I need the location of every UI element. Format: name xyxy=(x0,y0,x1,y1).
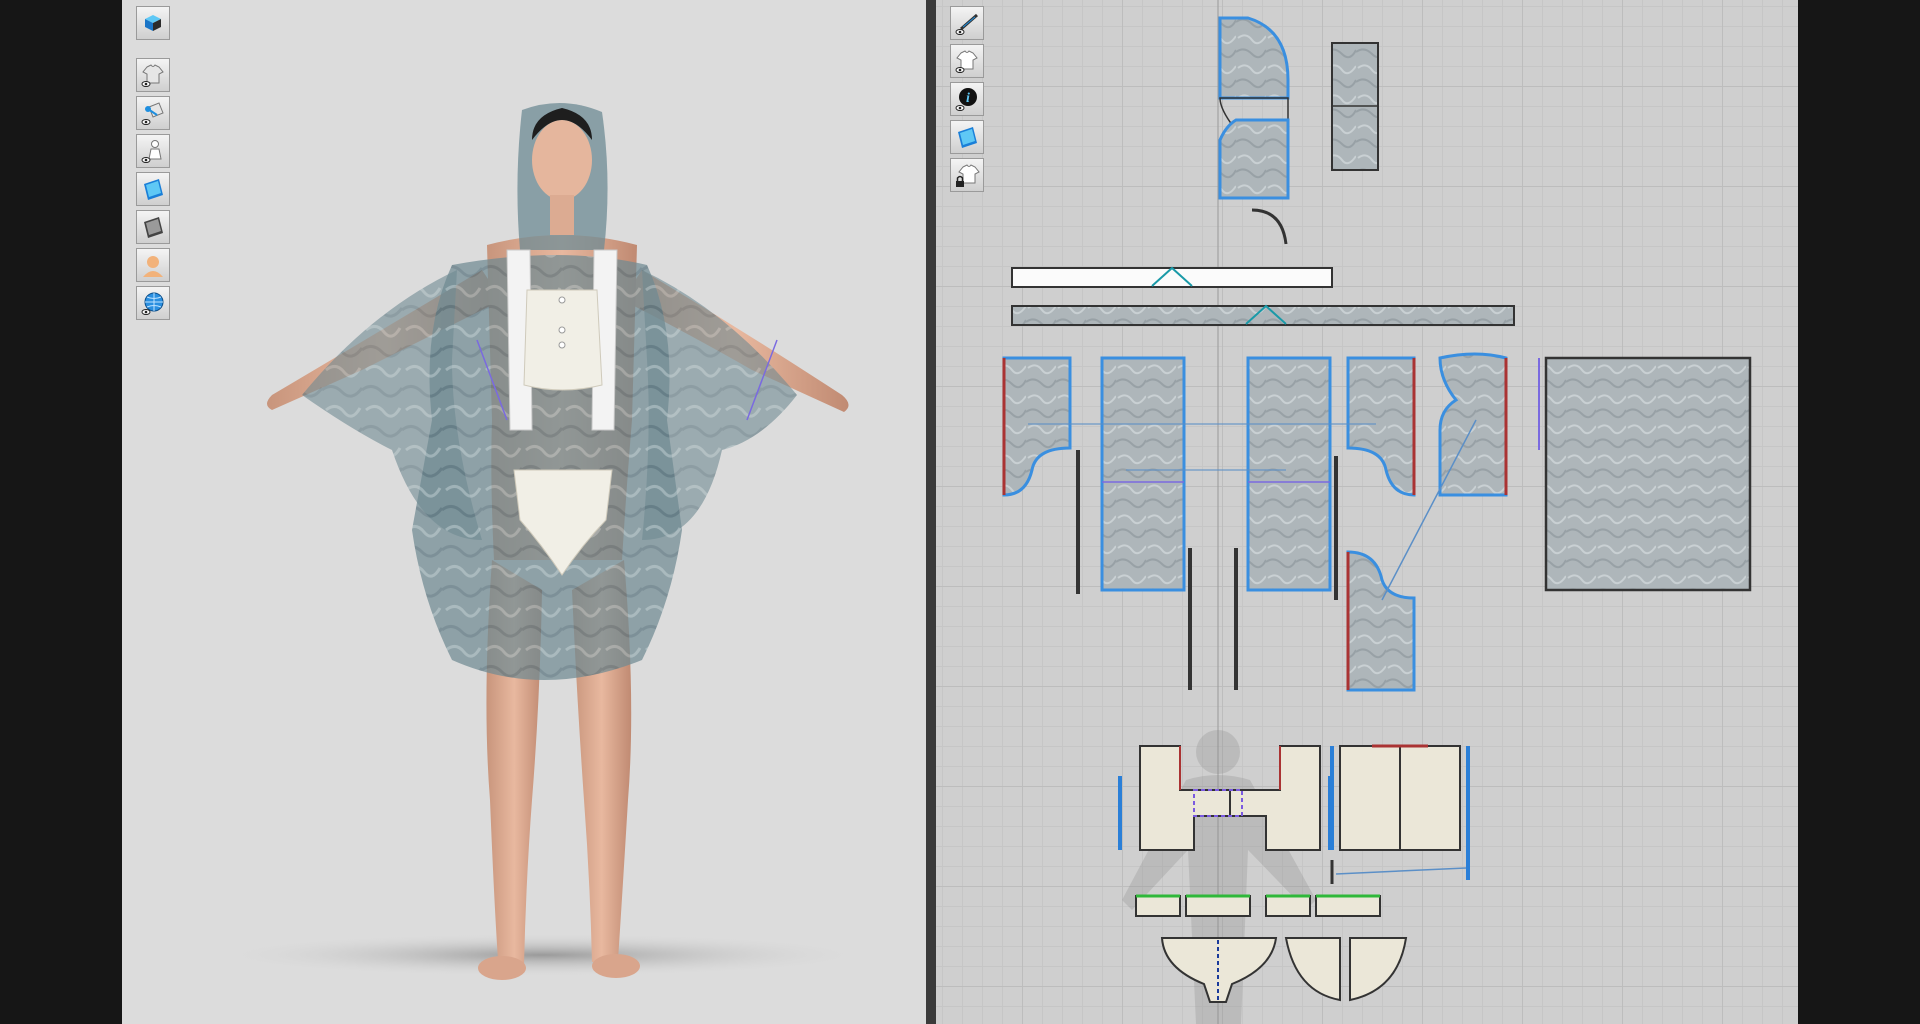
pattern-pocket[interactable] xyxy=(1331,42,1379,171)
info-icon-label: i xyxy=(966,91,970,106)
2d-pattern-viewport[interactable]: i xyxy=(936,0,1798,1024)
show-sewing-icon[interactable] xyxy=(950,6,984,40)
show-pattern-icon[interactable] xyxy=(950,44,984,78)
pattern-crop-back[interactable] xyxy=(1330,744,1470,884)
pattern-hem-band[interactable] xyxy=(1011,304,1515,326)
pattern-waistbands[interactable] xyxy=(1135,894,1381,917)
lock-garment-icon[interactable] xyxy=(950,158,984,192)
floor-shadow xyxy=(212,933,872,977)
show-avatar-icon[interactable] xyxy=(136,134,170,168)
environment-globe-icon[interactable] xyxy=(136,286,170,320)
pattern-canvas[interactable] xyxy=(936,0,1798,1024)
texture-view-2d-icon[interactable] xyxy=(950,120,984,154)
crop-top-button-1 xyxy=(558,296,566,304)
pattern-gusset[interactable] xyxy=(1346,550,1416,692)
3d-viewport[interactable] xyxy=(122,0,926,1024)
avatar-neck xyxy=(550,195,574,235)
viewport-divider[interactable] xyxy=(926,0,936,1024)
scene-cube-icon[interactable] xyxy=(136,6,170,40)
info-icon[interactable]: i xyxy=(950,82,984,116)
toolbar-3d xyxy=(136,6,170,320)
toolbar-2d: i xyxy=(950,6,984,192)
avatar-head xyxy=(532,120,592,200)
shaded-view-icon[interactable] xyxy=(136,210,170,244)
pattern-sleeve-right[interactable] xyxy=(1346,356,1416,497)
avatar-right-foot xyxy=(592,954,640,978)
texture-view-icon[interactable] xyxy=(136,172,170,206)
crop-top xyxy=(523,289,603,391)
show-pins-icon[interactable] xyxy=(136,96,170,130)
crop-top-button-3 xyxy=(558,341,566,349)
avatar-skin-icon[interactable] xyxy=(136,248,170,282)
pattern-hood[interactable] xyxy=(1218,16,1290,245)
pattern-back-panel[interactable] xyxy=(1544,356,1752,592)
3d-scene[interactable] xyxy=(122,0,926,1024)
pattern-briefs-front[interactable] xyxy=(1160,937,1278,1003)
pattern-briefs-back[interactable] xyxy=(1284,937,1408,1002)
pattern-collar-band[interactable] xyxy=(1011,266,1333,288)
jacket-right-sleeve xyxy=(642,270,797,540)
pattern-front-left[interactable] xyxy=(1100,356,1186,592)
avatar-left-foot xyxy=(478,956,526,980)
show-garment-icon[interactable] xyxy=(136,58,170,92)
pattern-sleeve-left[interactable] xyxy=(1002,356,1072,497)
left-letterbox xyxy=(0,0,122,1024)
crop-top-button-2 xyxy=(558,326,566,334)
right-letterbox xyxy=(1798,0,1920,1024)
pattern-front-right[interactable] xyxy=(1246,356,1332,592)
